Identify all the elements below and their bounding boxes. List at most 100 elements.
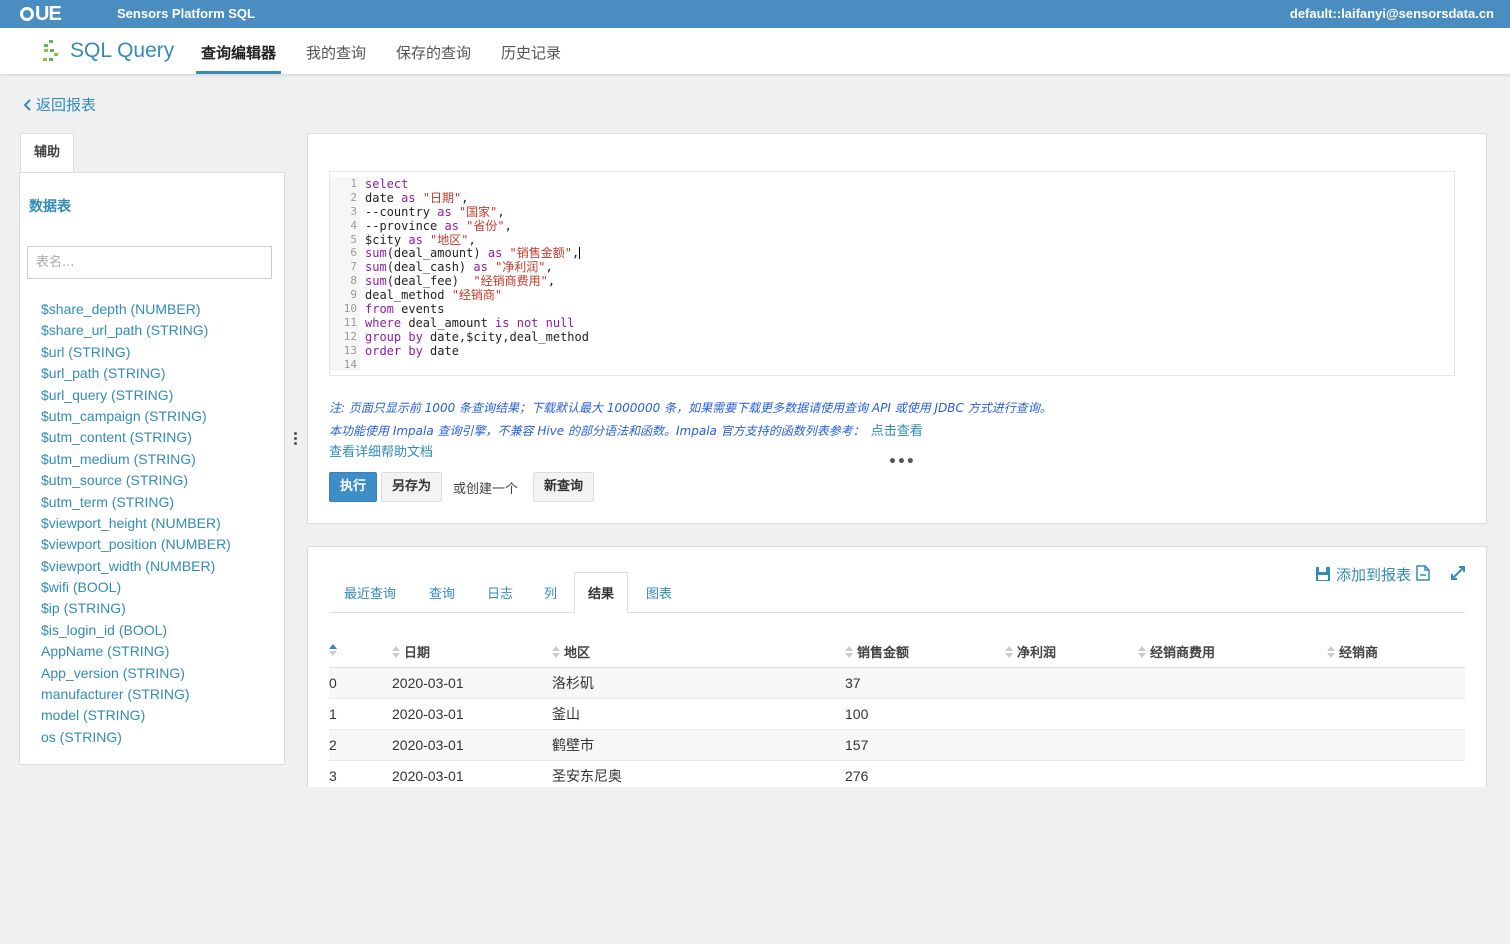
assist-panel: 数据表 $share_depth (NUMBER) $share_url_pat… [19,172,285,765]
editor-resize-handle[interactable]: ••• [888,454,915,470]
sort-icon [1327,646,1335,659]
save-as-button[interactable]: 另存为 [381,472,443,502]
column-header-dealer[interactable]: 经销商 [1327,637,1465,668]
code-line: where deal_amount is not null [365,315,575,330]
cell-date: 2020-03-01 [392,760,552,787]
cell-index: 0 [329,667,392,699]
assist-tab[interactable]: 辅助 [20,133,74,173]
logo-text: UE [35,3,62,25]
tab-my-queries[interactable]: 我的查询 [306,42,366,63]
code-line: $city as "地区", [365,232,476,247]
field-item[interactable]: $viewport_height (NUMBER) [41,513,231,534]
field-item[interactable]: $url_path (STRING) [41,363,231,384]
code-line: sum(deal_cash) as "净利润", [365,260,553,275]
code-line: --province as "省份", [365,218,512,233]
execute-button[interactable]: 执行 [329,472,378,502]
cell-profit [1005,698,1138,730]
code-line: deal_method "经销商" [365,288,503,303]
tab-log[interactable]: 日志 [487,583,513,602]
code-line: from events [365,302,445,317]
field-item[interactable]: AppName (STRING) [41,641,231,662]
sort-asc-icon [329,644,337,657]
cell-index: 2 [329,729,392,761]
cell-date: 2020-03-01 [392,698,552,730]
tab-recent-queries[interactable]: 最近查询 [344,583,396,602]
column-header-dealer-fee[interactable]: 经销商费用 [1138,637,1327,668]
table-row: 2 2020-03-01 鹤壁市 157 [329,729,1465,761]
tab-saved-queries[interactable]: 保存的查询 [396,42,471,63]
cell-dealer-fee [1138,667,1327,699]
tab-results[interactable]: 结果 [574,572,629,613]
field-item[interactable]: $url_query (STRING) [41,385,231,406]
field-item[interactable]: $url (STRING) [41,342,231,363]
field-item[interactable]: $viewport_width (NUMBER) [41,556,231,577]
table-search-input[interactable] [27,246,272,279]
new-query-button[interactable]: 新查询 [533,472,595,502]
view-functions-link[interactable]: 点击查看 [871,424,923,439]
cell-sales: 157 [845,729,1005,761]
cell-profit [1005,760,1138,787]
field-item[interactable]: $is_login_id (BOOL) [41,620,231,641]
field-item[interactable]: manufacturer (STRING) [41,684,231,705]
cell-index: 1 [329,698,392,730]
back-label: 返回报表 [36,96,97,114]
app-title[interactable]: SQL Query [70,39,174,63]
field-item[interactable]: $utm_term (STRING) [41,492,231,513]
cell-profit [1005,729,1138,761]
code-line: sum(deal_amount) as "销售金额", [365,246,581,261]
cell-dealer-fee [1138,729,1327,761]
tables-label[interactable]: 数据表 [29,196,71,216]
panel-resize-handle[interactable] [294,432,298,446]
column-header-region[interactable]: 地区 [552,637,845,668]
cell-profit [1005,667,1138,699]
field-item[interactable]: $share_depth (NUMBER) [41,299,231,320]
code-line: --country as "国家", [365,204,505,219]
cell-dealer [1327,667,1465,699]
sql-query-icon [43,40,58,61]
user-menu[interactable]: default::laifanyi@sensorsdata.cn [1290,6,1494,21]
tab-query[interactable]: 查询 [429,583,455,602]
cell-dealer-fee [1138,760,1327,787]
tab-chart[interactable]: 图表 [646,583,672,602]
column-header-index[interactable] [329,637,392,668]
field-item[interactable]: $utm_medium (STRING) [41,449,231,470]
column-header-profit[interactable]: 净利润 [1005,637,1138,668]
sql-editor[interactable]: 1 2 3 4 5 6 7 8 9 10 11 12 13 14 select date as "日期",… [329,171,1455,376]
field-item[interactable]: $utm_source (STRING) [41,470,231,491]
nav-bar: SQL Query 查询编辑器 我的查询 保存的查询 历史记录 [0,28,1510,75]
cell-sales: 100 [845,698,1005,730]
field-item[interactable]: $wifi (BOOL) [41,577,231,598]
hue-logo[interactable]: UE [20,3,62,26]
column-header-sales[interactable]: 销售金额 [845,637,1005,668]
field-item[interactable]: os (STRING) [41,727,231,748]
field-item[interactable]: $ip (STRING) [41,598,231,619]
cell-region: 鹤壁市 [552,729,845,761]
tab-columns[interactable]: 列 [544,583,557,602]
table-header-row: 日期 地区 销售金额 净利润 经销商费用 经销商 [329,637,1465,668]
line-number-gutter: 1 2 3 4 5 6 7 8 9 10 11 12 13 14 [330,177,360,372]
cell-dealer [1327,760,1465,787]
field-item[interactable]: $utm_campaign (STRING) [41,406,231,427]
query-limit-note: 注: 页面只显示前 1000 条查询结果；下载默认最大 1000000 条，如果… [329,401,1052,415]
field-item[interactable]: $viewport_position (NUMBER) [41,534,231,555]
tab-query-editor[interactable]: 查询编辑器 [201,42,276,63]
table-row: 0 2020-03-01 洛杉矶 37 [329,667,1465,699]
code-line: group by date,$city,deal_method [365,329,589,344]
text-cursor [579,247,581,260]
column-header-date[interactable]: 日期 [392,637,552,668]
sql-code[interactable]: select date as "日期", --country as "国家", … [365,177,589,371]
field-item[interactable]: App_version (STRING) [41,663,231,684]
back-to-report-link[interactable]: 返回报表 [23,94,96,115]
tab-history[interactable]: 历史记录 [501,42,561,63]
field-item[interactable]: $utm_content (STRING) [41,427,231,448]
code-line: select [365,177,409,191]
field-item[interactable]: model (STRING) [41,705,231,726]
field-item[interactable]: $share_url_path (STRING) [41,320,231,341]
editor-card: 1 2 3 4 5 6 7 8 9 10 11 12 13 14 select date as "日期",… [307,133,1487,524]
impala-note: 本功能使用 Impala 查询引擎，不兼容 Hive 的部分语法和函数。Impa… [329,424,923,439]
code-line: date as "日期", [365,190,469,205]
code-line: sum(deal_fee) "经销商费用", [365,274,556,289]
help-doc-link[interactable]: 查看详细帮助文档 [329,441,433,460]
platform-title: Sensors Platform SQL [117,6,255,21]
